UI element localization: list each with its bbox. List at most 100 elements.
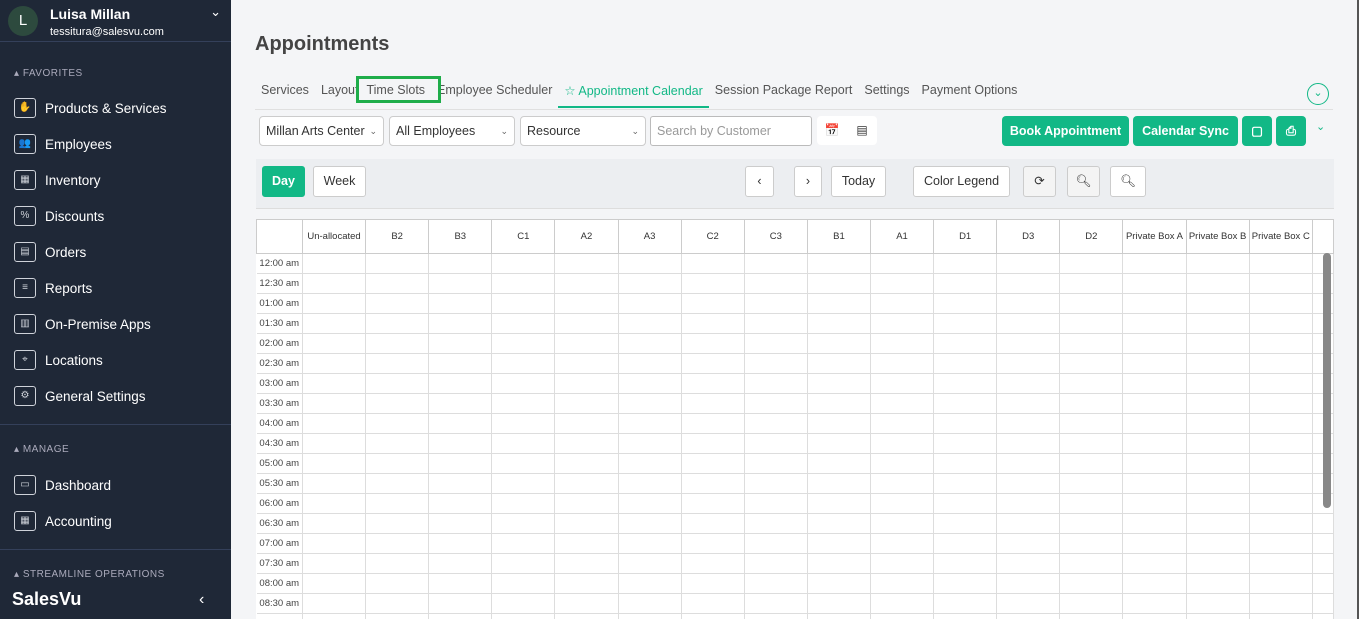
time-slot-cell[interactable] <box>996 293 1061 314</box>
time-slot-cell[interactable] <box>301 393 367 414</box>
time-slot-cell[interactable] <box>491 593 556 614</box>
time-slot-cell[interactable] <box>428 553 493 574</box>
time-slot-cell[interactable] <box>1122 373 1187 394</box>
user-menu[interactable]: L Luisa Millan tessitura@salesvu.com ⌄ <box>8 4 223 44</box>
sidebar-item-employees[interactable]: 👥 Employees <box>14 132 224 156</box>
time-slot-cell[interactable] <box>743 493 808 514</box>
time-slot-cell[interactable] <box>1059 253 1124 274</box>
time-slot-cell[interactable] <box>491 353 556 374</box>
time-slot-cell[interactable] <box>806 313 871 334</box>
calendar-sync-button[interactable]: Calendar Sync <box>1133 116 1238 146</box>
time-slot-cell[interactable] <box>617 513 682 534</box>
time-slot-cell[interactable] <box>1185 453 1250 474</box>
time-slot-cell[interactable] <box>680 373 745 394</box>
calendar-icon[interactable]: ▢ <box>1242 116 1272 146</box>
time-slot-cell[interactable] <box>491 473 556 494</box>
time-slot-cell[interactable] <box>1059 413 1124 434</box>
time-slot-cell[interactable] <box>933 293 998 314</box>
time-slot-cell[interactable] <box>301 373 367 394</box>
time-slot-cell[interactable] <box>1248 453 1313 474</box>
time-slot-cell[interactable] <box>491 253 556 274</box>
time-slot-cell[interactable] <box>491 413 556 434</box>
time-slot-cell[interactable] <box>996 373 1061 394</box>
time-slot-cell[interactable] <box>1059 613 1124 619</box>
time-slot-cell[interactable] <box>680 553 745 574</box>
time-slot-cell[interactable] <box>1185 273 1250 294</box>
time-slot-cell[interactable] <box>1122 333 1187 354</box>
time-slot-cell[interactable] <box>491 273 556 294</box>
color-legend-button[interactable]: Color Legend <box>913 166 1010 197</box>
time-slot-cell[interactable] <box>933 613 998 619</box>
time-slot-cell[interactable] <box>1185 253 1250 274</box>
time-slot-cell[interactable] <box>933 413 998 434</box>
time-slot-cell[interactable] <box>996 473 1061 494</box>
time-slot-cell[interactable] <box>428 253 493 274</box>
time-slot-cell[interactable] <box>365 293 430 314</box>
time-slot-cell[interactable] <box>554 373 619 394</box>
time-slot-cell[interactable] <box>743 413 808 434</box>
time-slot-cell[interactable] <box>1059 293 1124 314</box>
time-slot-cell[interactable] <box>680 273 745 294</box>
time-slot-cell[interactable] <box>743 433 808 454</box>
time-slot-cell[interactable] <box>743 593 808 614</box>
time-slot-cell[interactable] <box>1248 333 1313 354</box>
time-slot-cell[interactable] <box>806 533 871 554</box>
next-button[interactable]: › <box>794 166 822 197</box>
sidebar-item-products-services[interactable]: ✋ Products & Services <box>14 96 224 120</box>
time-slot-cell[interactable] <box>1185 293 1250 314</box>
time-slot-cell[interactable] <box>680 593 745 614</box>
time-slot-cell[interactable] <box>996 353 1061 374</box>
previous-button[interactable]: ‹ <box>745 166 774 197</box>
book-appointment-button[interactable]: Book Appointment <box>1002 116 1129 146</box>
time-slot-cell[interactable] <box>1059 573 1124 594</box>
time-slot-cell[interactable] <box>869 593 935 614</box>
time-slot-cell[interactable] <box>491 433 556 454</box>
tab-services[interactable]: Services <box>255 80 315 108</box>
sidebar-item-inventory[interactable]: ▦ Inventory <box>14 168 224 192</box>
time-slot-cell[interactable] <box>996 393 1061 414</box>
time-slot-cell[interactable] <box>1122 533 1187 554</box>
time-slot-cell[interactable] <box>1122 353 1187 374</box>
time-slot-cell[interactable] <box>806 253 871 274</box>
time-slot-cell[interactable] <box>554 293 619 314</box>
time-slot-cell[interactable] <box>1122 393 1187 414</box>
time-slot-cell[interactable] <box>617 253 682 274</box>
time-slot-cell[interactable] <box>428 353 493 374</box>
time-slot-cell[interactable] <box>301 253 367 274</box>
time-slot-cell[interactable] <box>743 533 808 554</box>
time-slot-cell[interactable] <box>806 433 871 454</box>
time-slot-cell[interactable] <box>1122 553 1187 574</box>
time-slot-cell[interactable] <box>869 413 935 434</box>
time-slot-cell[interactable] <box>617 613 682 619</box>
time-slot-cell[interactable] <box>491 553 556 574</box>
time-slot-cell[interactable] <box>301 453 367 474</box>
time-slot-cell[interactable] <box>869 393 935 414</box>
time-slot-cell[interactable] <box>365 393 430 414</box>
zoom-in-icon[interactable]: 🔍︎ <box>1110 166 1146 197</box>
time-slot-cell[interactable] <box>1059 313 1124 334</box>
time-slot-cell[interactable] <box>365 513 430 534</box>
time-slot-cell[interactable] <box>428 433 493 454</box>
time-slot-cell[interactable] <box>996 253 1061 274</box>
time-slot-cell[interactable] <box>1059 553 1124 574</box>
time-slot-cell[interactable] <box>617 273 682 294</box>
time-slot-cell[interactable] <box>1122 313 1187 334</box>
time-slot-cell[interactable] <box>1248 553 1313 574</box>
time-slot-cell[interactable] <box>806 573 871 594</box>
time-slot-cell[interactable] <box>680 413 745 434</box>
time-slot-cell[interactable] <box>301 273 367 294</box>
time-slot-cell[interactable] <box>365 613 430 619</box>
time-slot-cell[interactable] <box>301 313 367 334</box>
time-slot-cell[interactable] <box>1059 513 1124 534</box>
time-slot-cell[interactable] <box>301 593 367 614</box>
time-slot-cell[interactable] <box>1185 333 1250 354</box>
scrollbar[interactable] <box>1323 253 1331 508</box>
time-slot-cell[interactable] <box>806 493 871 514</box>
time-slot-cell[interactable] <box>617 533 682 554</box>
time-slot-cell[interactable] <box>933 473 998 494</box>
time-slot-cell[interactable] <box>428 533 493 554</box>
time-slot-cell[interactable] <box>806 613 871 619</box>
time-slot-cell[interactable] <box>1122 613 1187 619</box>
time-slot-cell[interactable] <box>933 493 998 514</box>
time-slot-cell[interactable] <box>806 453 871 474</box>
